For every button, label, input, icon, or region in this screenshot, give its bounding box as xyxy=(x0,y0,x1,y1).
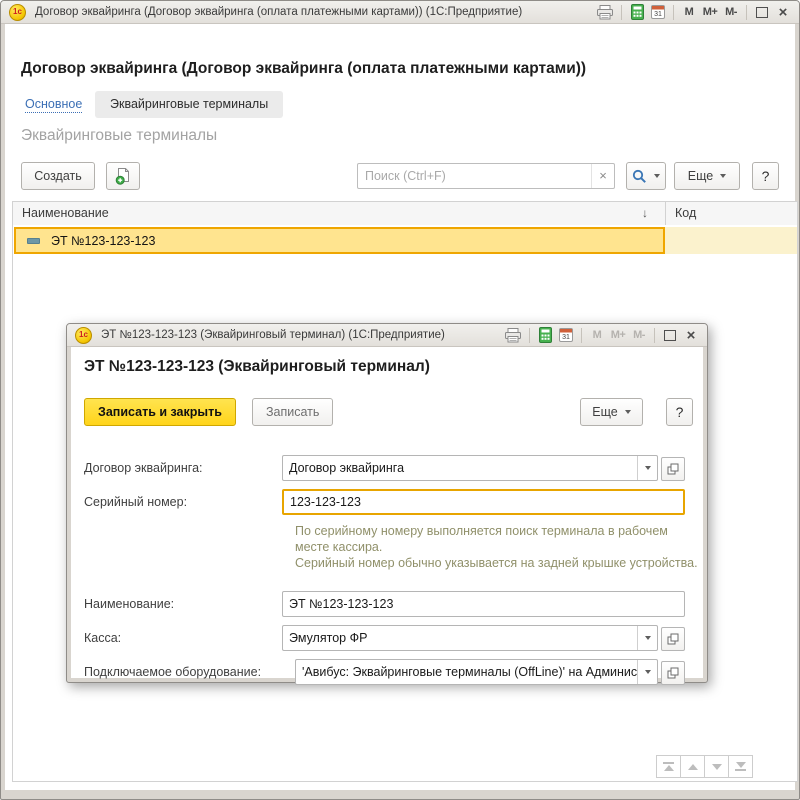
titlebar-separator xyxy=(746,5,747,20)
row-code-cell[interactable] xyxy=(665,227,797,254)
main-titlebar: 1с Договор эквайринга (Договор эквайринг… xyxy=(1,1,799,24)
more-button-main[interactable]: Еще xyxy=(674,162,740,190)
sort-descending-icon: ↓ xyxy=(642,202,648,225)
serial-field xyxy=(282,489,685,515)
chevron-down-icon xyxy=(720,174,726,178)
go-last-button[interactable] xyxy=(728,755,753,778)
titlebar-separator xyxy=(654,328,655,343)
calendar-icon[interactable]: 31 xyxy=(650,4,666,21)
contract-label: Договор эквайринга: xyxy=(84,455,203,481)
svg-text:31: 31 xyxy=(562,334,570,341)
memory-m-button[interactable]: M xyxy=(681,4,697,21)
chevron-down-icon[interactable] xyxy=(637,626,657,650)
column-header-name[interactable]: Наименование xyxy=(22,202,109,225)
row-name-cell: ЭТ №123-123-123 xyxy=(51,234,155,248)
cash-register-label: Касса: xyxy=(84,625,121,651)
calendar-icon[interactable]: 31 xyxy=(558,327,574,344)
go-previous-button[interactable] xyxy=(680,755,705,778)
maximize-icon[interactable] xyxy=(754,4,770,21)
save-button[interactable]: Записать xyxy=(252,398,333,426)
help-button-dialog[interactable]: ? xyxy=(666,398,693,426)
1c-logo-icon: 1с xyxy=(9,4,26,21)
name-field xyxy=(282,591,685,617)
calculator-icon[interactable] xyxy=(537,327,553,344)
search-field: × xyxy=(357,163,615,189)
memory-m-minus-button[interactable]: M- xyxy=(723,4,739,21)
svg-text:31: 31 xyxy=(654,11,662,18)
print-icon[interactable] xyxy=(504,327,522,344)
chevron-down-icon[interactable] xyxy=(637,456,657,480)
search-input[interactable] xyxy=(358,169,591,183)
magnifier-icon xyxy=(632,169,647,184)
memory-m-minus-button: M- xyxy=(631,327,647,344)
search-clear-icon[interactable]: × xyxy=(591,164,614,188)
dialog-content: ЭТ №123-123-123 (Эквайринговый терминал)… xyxy=(71,347,703,678)
cash-register-combo[interactable]: Эмулятор ФР xyxy=(282,625,658,651)
column-header-code[interactable]: Код xyxy=(675,202,696,225)
calculator-icon[interactable] xyxy=(629,4,645,21)
main-window-title: Договор эквайринга (Договор эквайринга (… xyxy=(35,6,596,18)
more-button-dialog[interactable]: Еще xyxy=(580,398,643,426)
memory-m-plus-button[interactable]: M+ xyxy=(702,4,718,21)
dialog-titlebar: 1с ЭТ №123-123-123 (Эквайринговый термин… xyxy=(67,324,707,347)
page-title: Договор эквайринга (Договор эквайринга (… xyxy=(21,60,586,78)
open-item-icon[interactable] xyxy=(661,661,685,685)
dialog-window-title: ЭТ №123-123-123 (Эквайринговый терминал)… xyxy=(101,329,504,341)
contract-value: Договор эквайринга xyxy=(283,456,637,480)
serial-label: Серийный номер: xyxy=(84,489,187,515)
create-by-copy-button[interactable] xyxy=(106,162,140,190)
name-input[interactable] xyxy=(282,591,685,617)
dialog-command-bar: Записать и закрыть Записать Еще ? xyxy=(84,398,693,426)
titlebar-separator xyxy=(581,328,582,343)
memory-m-plus-button: M+ xyxy=(610,327,626,344)
section-title: Эквайринговые терминалы xyxy=(21,127,217,145)
chevron-down-icon[interactable] xyxy=(637,660,657,684)
terminal-dialog: 1с ЭТ №123-123-123 (Эквайринговый термин… xyxy=(66,323,708,683)
main-window: 1с Договор эквайринга (Договор эквайринг… xyxy=(0,0,800,800)
memory-m-button: M xyxy=(589,327,605,344)
help-button-main[interactable]: ? xyxy=(752,162,779,190)
equipment-value: 'Авибус: Эквайринговые терминалы (OffLin… xyxy=(296,660,637,684)
tab-acquiring-terminals[interactable]: Эквайринговые терминалы xyxy=(95,91,283,118)
go-first-button[interactable] xyxy=(656,755,681,778)
open-item-icon[interactable] xyxy=(661,457,685,481)
close-icon[interactable]: × xyxy=(683,327,699,344)
contract-combo[interactable]: Договор эквайринга xyxy=(282,455,658,481)
go-next-button[interactable] xyxy=(704,755,729,778)
titlebar-separator xyxy=(673,5,674,20)
tab-main-link[interactable]: Основное xyxy=(25,97,82,113)
equipment-combo[interactable]: 'Авибус: Эквайринговые терминалы (OffLin… xyxy=(295,659,658,685)
copy-document-icon xyxy=(115,167,131,185)
titlebar-separator xyxy=(529,328,530,343)
save-and-close-button[interactable]: Записать и закрыть xyxy=(84,398,236,426)
titlebar-separator xyxy=(621,5,622,20)
table-row[interactable]: ЭТ №123-123-123 xyxy=(14,227,665,254)
cash-register-field: Эмулятор ФР xyxy=(282,625,685,651)
column-divider[interactable] xyxy=(665,202,666,225)
print-icon[interactable] xyxy=(596,4,614,21)
dialog-heading: ЭТ №123-123-123 (Эквайринговый терминал) xyxy=(84,358,430,376)
1c-logo-icon: 1с xyxy=(75,327,92,344)
equipment-field: 'Авибус: Эквайринговые терминалы (OffLin… xyxy=(295,659,685,685)
catalog-item-icon xyxy=(27,238,40,244)
cash-register-value: Эмулятор ФР xyxy=(283,626,637,650)
chevron-down-icon xyxy=(654,174,660,178)
serial-hint: По серийному номеру выполняется поиск те… xyxy=(295,523,703,571)
serial-input[interactable] xyxy=(282,489,685,515)
close-icon[interactable]: × xyxy=(775,4,791,21)
create-button[interactable]: Создать xyxy=(21,162,95,190)
chevron-down-icon xyxy=(625,410,631,414)
name-label: Наименование: xyxy=(84,591,174,617)
list-navigation xyxy=(657,755,753,778)
open-item-icon[interactable] xyxy=(661,627,685,651)
search-options-button[interactable] xyxy=(626,162,666,190)
maximize-icon[interactable] xyxy=(662,327,678,344)
table-header: Наименование ↓ Код xyxy=(12,201,798,226)
contract-field: Договор эквайринга xyxy=(282,455,685,481)
equipment-label: Подключаемое оборудование: xyxy=(84,659,261,685)
